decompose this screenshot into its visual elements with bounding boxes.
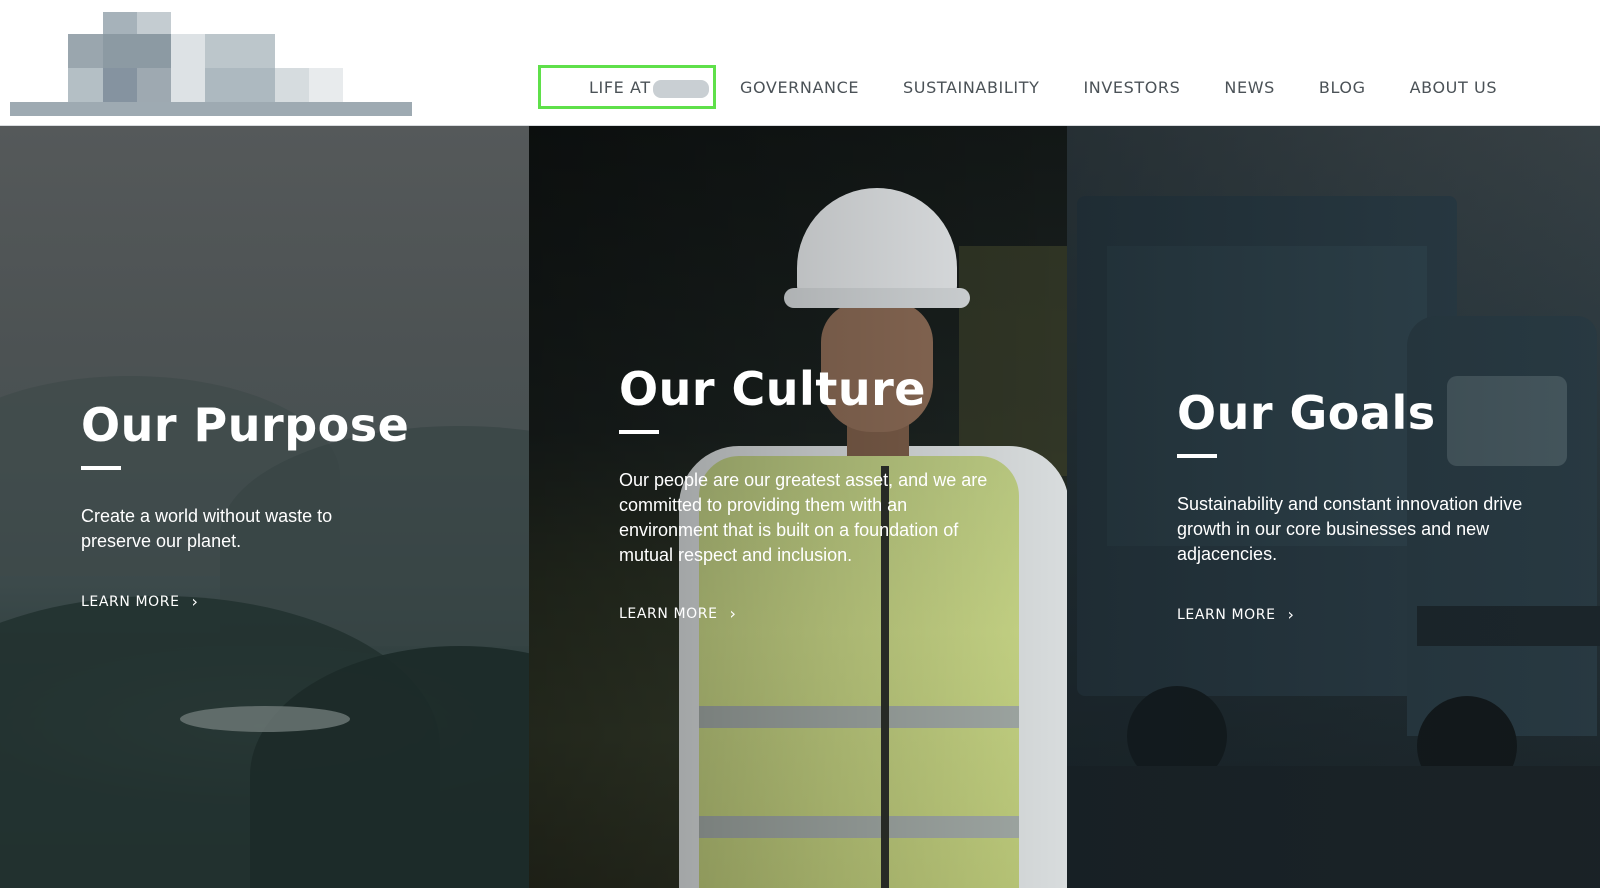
learn-more-link[interactable]: LEARN MORE › [1177,605,1295,624]
learn-more-label: LEARN MORE [81,593,180,610]
site-logo[interactable] [10,12,420,118]
redacted-brand-name [653,80,709,98]
nav-item-life-at[interactable]: LIFE AT [538,65,716,109]
panel-title: Our Goals [1177,386,1436,440]
title-underline [619,430,659,434]
chevron-right-icon: › [729,604,737,623]
nav-item-label: GOVERNANCE [740,77,860,97]
nav-item-label: ABOUT US [1409,77,1498,97]
panel-our-purpose: Our Purpose Create a world without waste… [0,126,529,888]
chevron-right-icon: › [191,592,199,611]
title-underline [1177,454,1217,458]
nav-item-label: INVESTORS [1083,77,1181,97]
site-header: LIFE AT GOVERNANCE SUSTAINABILITY INVEST… [0,0,1600,126]
chevron-right-icon: › [1287,605,1295,624]
learn-more-link[interactable]: LEARN MORE › [81,592,199,611]
nav-item-investors[interactable]: INVESTORS [1083,78,1180,97]
main-nav: LIFE AT GOVERNANCE SUSTAINABILITY INVEST… [538,65,1497,109]
panel-content: Our Culture Our people are our greatest … [619,362,989,623]
nav-item-about-us[interactable]: ABOUT US [1410,78,1497,97]
nav-item-governance[interactable]: GOVERNANCE [740,78,859,97]
lake-background [180,706,350,732]
nav-item-news[interactable]: NEWS [1224,78,1274,97]
panel-title: Our Culture [619,362,926,416]
panel-our-goals: Our Goals Sustainability and constant in… [1067,126,1600,888]
panel-content: Our Purpose Create a world without waste… [81,398,410,611]
panel-description: Sustainability and constant innovation d… [1177,494,1523,564]
nav-item-label: SUSTAINABILITY [903,77,1040,97]
nav-item-blog[interactable]: BLOG [1319,78,1366,97]
title-underline [81,466,121,470]
nav-item-label: BLOG [1318,77,1366,97]
panel-our-culture: Our Culture Our people are our greatest … [529,126,1067,888]
panel-content: Our Goals Sustainability and constant in… [1177,386,1547,624]
panel-title: Our Purpose [81,398,410,452]
learn-more-link[interactable]: LEARN MORE › [619,604,737,623]
panel-description: Our people are our greatest asset, and w… [619,470,988,565]
nav-item-label: NEWS [1224,77,1275,97]
panel-description: Create a world without waste to preserve… [81,506,333,551]
learn-more-label: LEARN MORE [1177,606,1276,623]
nav-item-label: LIFE AT [589,77,651,97]
feature-panels: Our Purpose Create a world without waste… [0,126,1600,888]
nav-item-sustainability[interactable]: SUSTAINABILITY [903,78,1039,97]
learn-more-label: LEARN MORE [619,605,718,622]
